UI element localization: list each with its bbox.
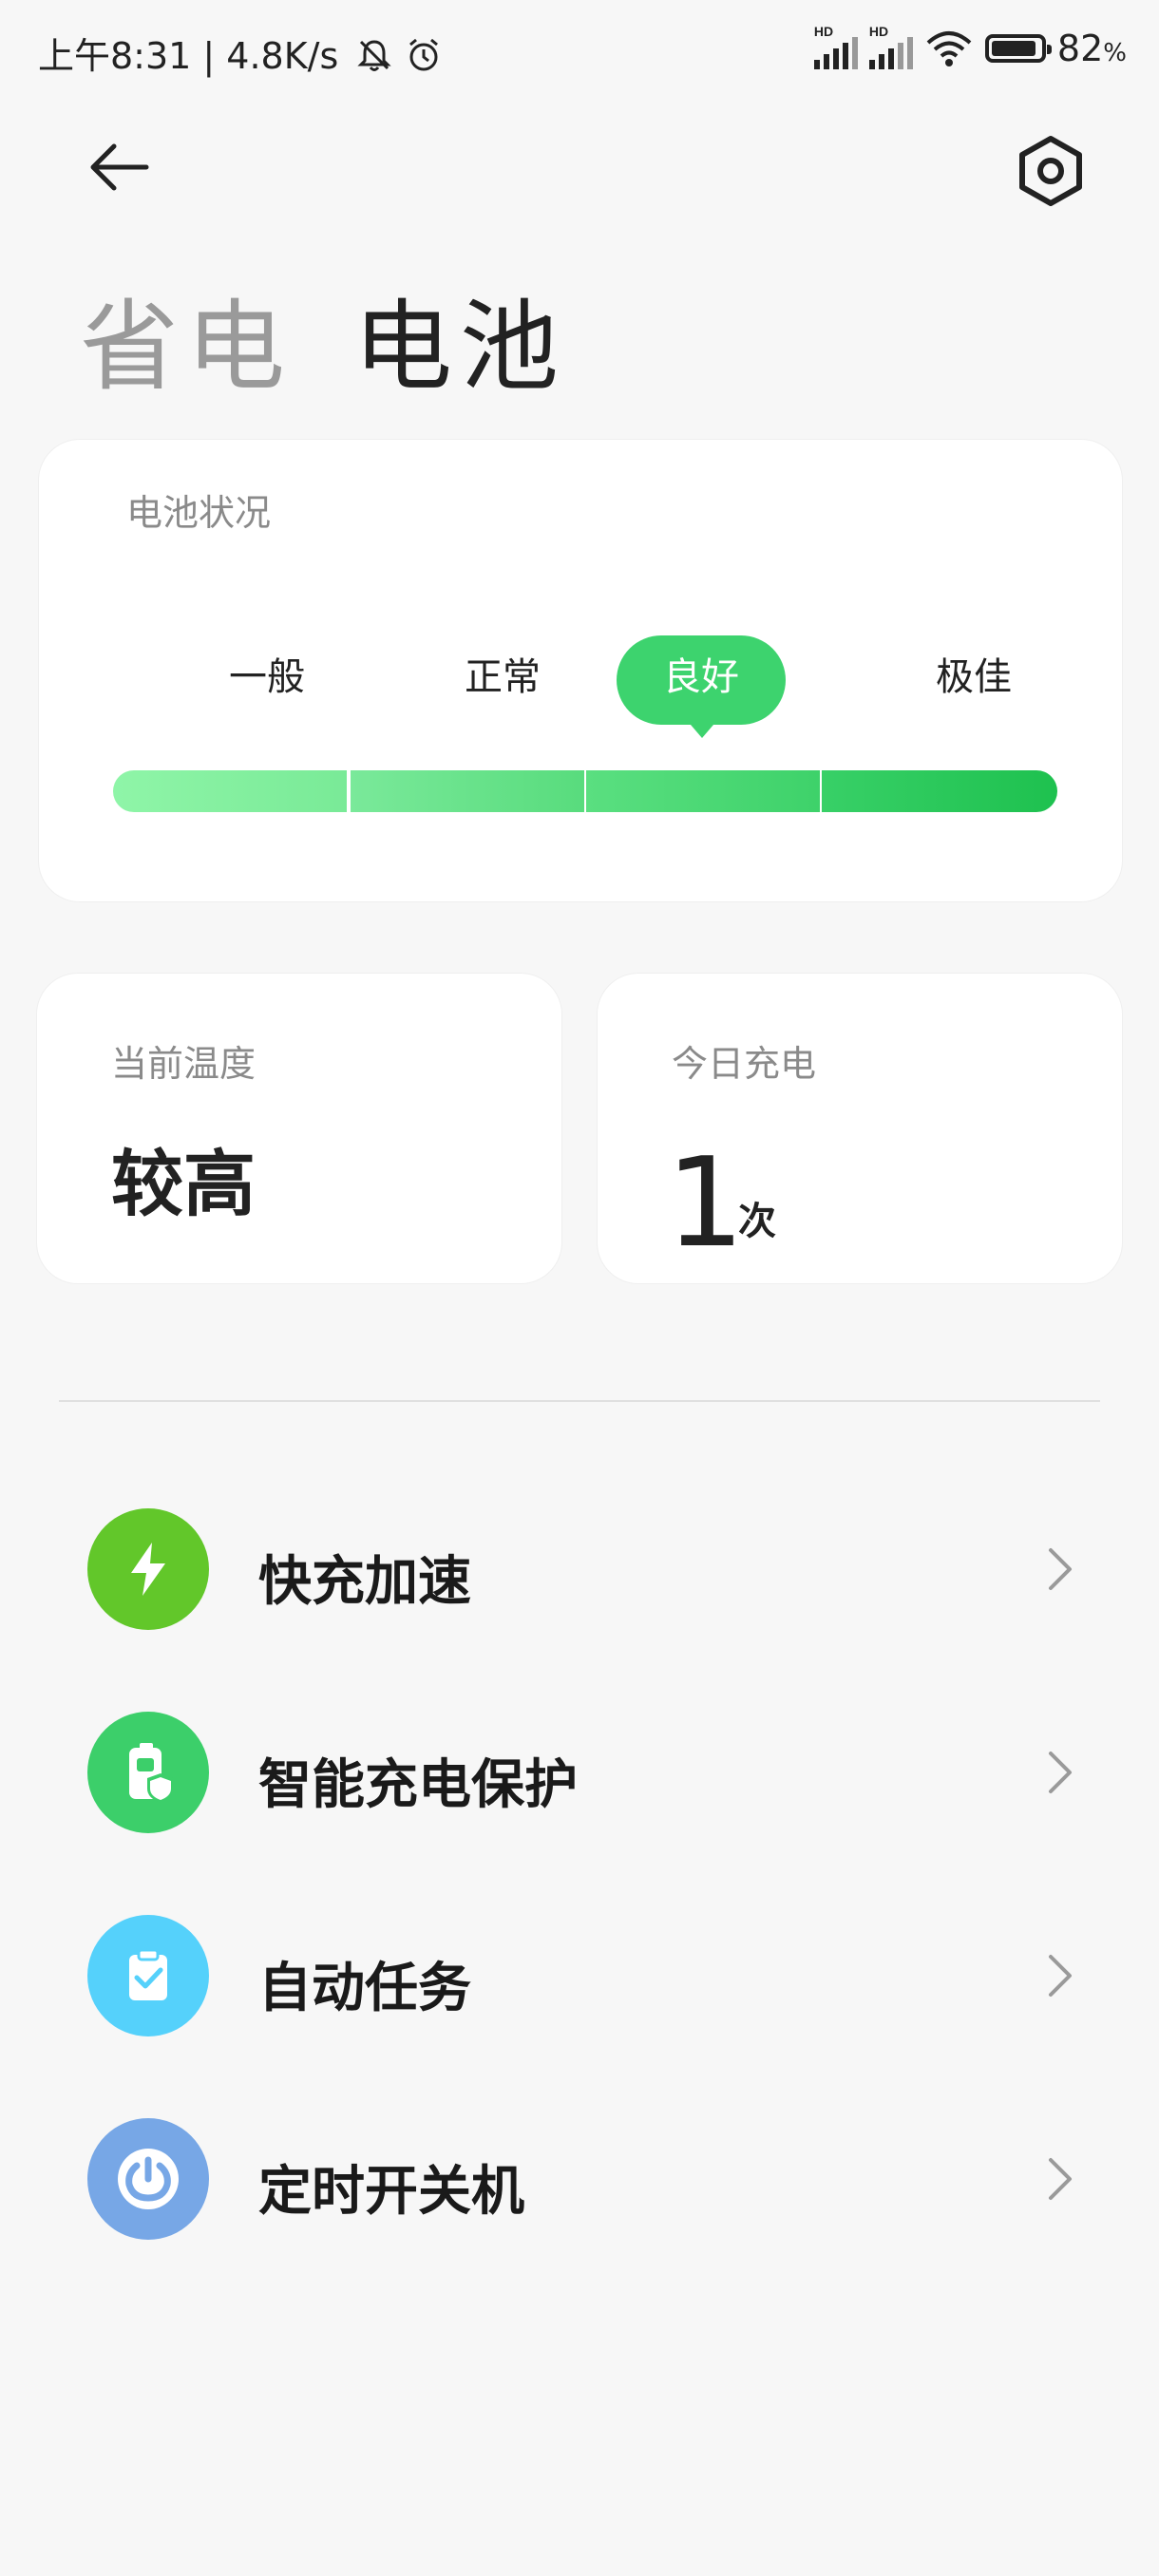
menu-item-label: 定时开关机 <box>258 2161 524 2223</box>
menu-item-smart-charge-protection[interactable]: 智能充电保护 <box>0 1695 1159 1847</box>
level-label: 极佳 <box>936 655 1012 699</box>
settings-icon[interactable] <box>1011 131 1091 211</box>
alarm-icon <box>409 38 439 71</box>
charge-today-card[interactable]: 今日充电 1 次 <box>597 973 1123 1284</box>
battery-icon <box>984 34 1052 63</box>
chevron-right-icon <box>1049 1955 1072 1997</box>
level-label: 一般 <box>229 655 305 699</box>
chevron-right-icon <box>1049 2158 1072 2200</box>
power-icon <box>87 2118 209 2240</box>
temperature-value: 较高 <box>111 1142 256 1226</box>
back-arrow-icon[interactable] <box>82 133 158 209</box>
menu-item-fast-charge[interactable]: 快充加速 <box>0 1491 1159 1643</box>
lightning-icon <box>87 1508 209 1630</box>
level-bar-segment <box>586 770 820 812</box>
temperature-card[interactable]: 当前温度 较高 <box>36 973 562 1284</box>
charge-count-unit: 次 <box>738 1200 776 1243</box>
signal-1-icon: HD <box>813 24 858 69</box>
menu-item-auto-tasks[interactable]: 自动任务 <box>0 1898 1159 2050</box>
level-bar-segment <box>351 770 584 812</box>
battery-shield-icon <box>87 1712 209 1833</box>
menu-item-label: 自动任务 <box>258 1958 471 2019</box>
battery-level-scale: 一般 正常 良好 极佳 <box>39 635 1122 738</box>
charge-today-label: 今日充电 <box>672 1043 817 1085</box>
tab-power-saving[interactable]: 省电 <box>80 266 293 409</box>
status-time-speed: 上午8:31 | 4.8K/s <box>38 35 339 77</box>
menu-item-scheduled-power[interactable]: 定时开关机 <box>0 2101 1159 2253</box>
battery-status-card: 电池状况 一般 正常 良好 极佳 <box>38 439 1123 902</box>
temperature-label: 当前温度 <box>111 1043 256 1085</box>
battery-status-title: 电池状况 <box>126 492 272 534</box>
clipboard-check-icon <box>87 1915 209 2036</box>
divider <box>59 1400 1100 1402</box>
mute-bell-icon <box>357 40 391 71</box>
tab-battery[interactable]: 电池 <box>353 266 566 409</box>
level-bar-segment <box>822 770 1057 812</box>
battery-percent: 82 <box>1056 28 1104 69</box>
status-bar: 上午8:31 | 4.8K/s HD HD 82% <box>38 24 1127 77</box>
level-bar-segment <box>113 770 347 812</box>
level-label-selected: 良好 <box>663 655 739 699</box>
signal-2-icon: HD <box>868 24 913 69</box>
level-label: 正常 <box>465 655 541 699</box>
menu-item-label: 智能充电保护 <box>258 1754 578 1816</box>
header-tabs: 省电 电池 <box>80 266 566 409</box>
charge-count: 1 <box>666 1130 745 1275</box>
wifi-icon <box>926 31 972 66</box>
chevron-right-icon <box>1049 1752 1072 1793</box>
menu-item-label: 快充加速 <box>258 1551 471 1613</box>
chevron-right-icon <box>1049 1548 1072 1590</box>
